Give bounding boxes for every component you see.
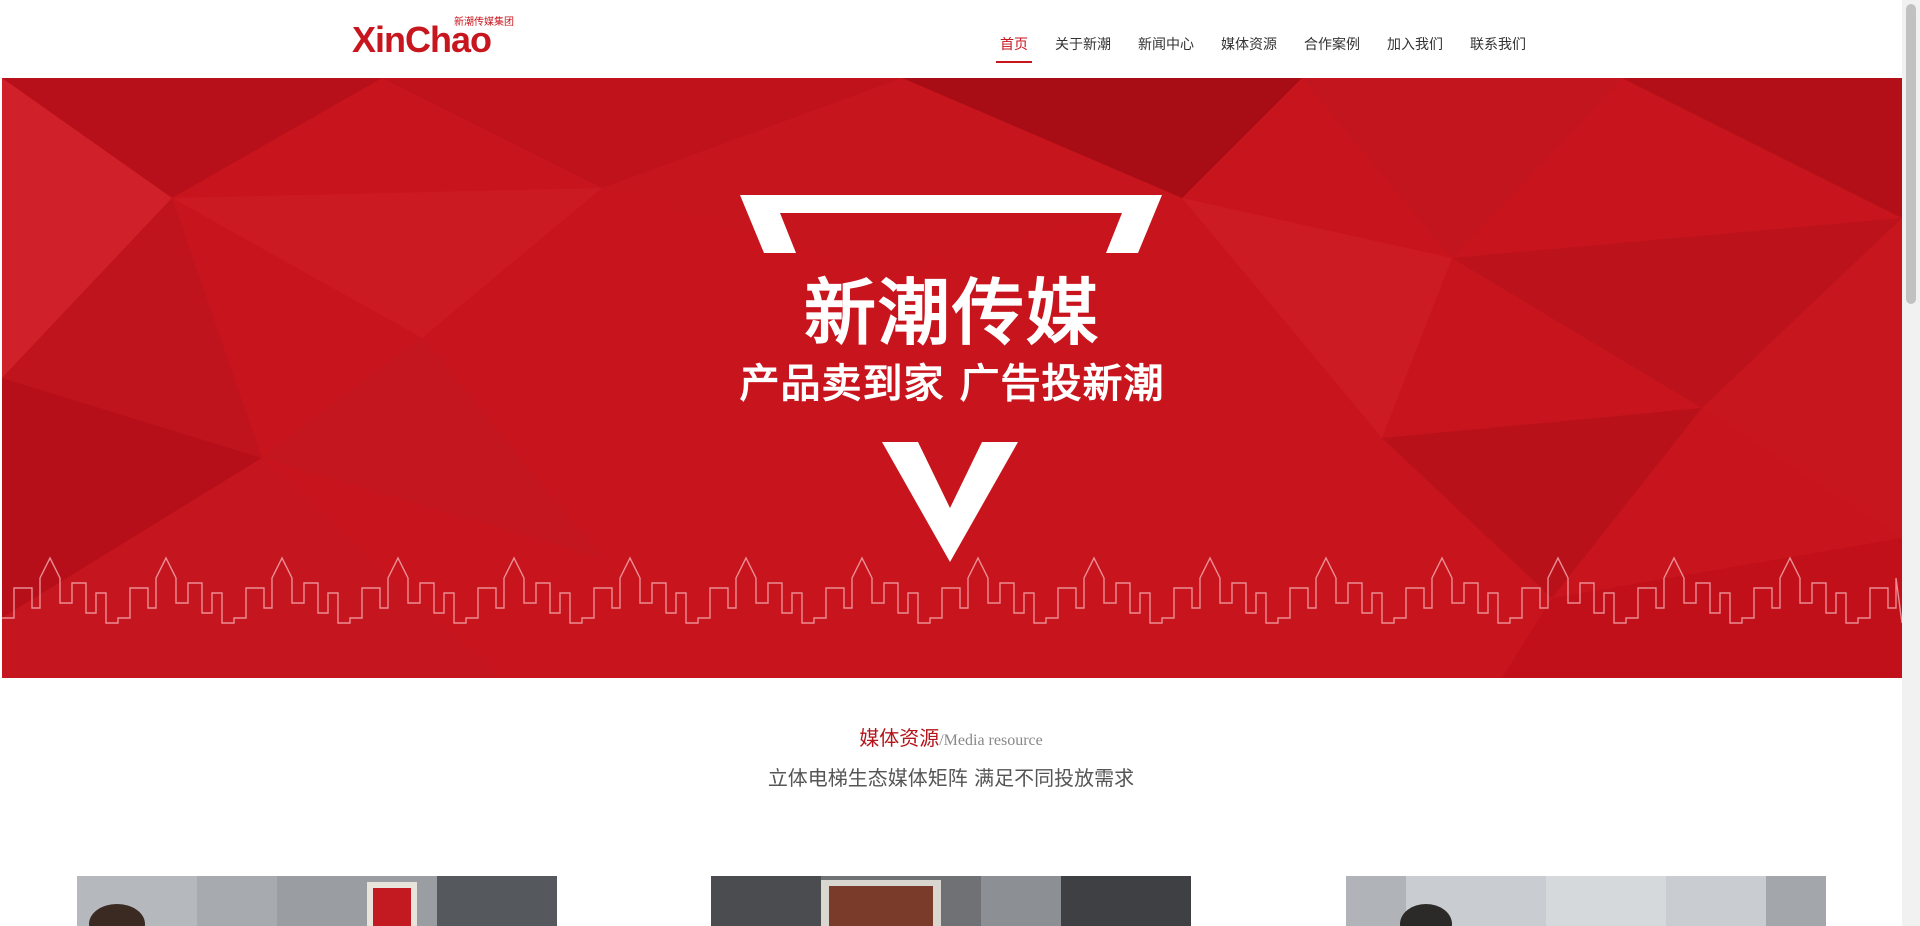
nav-item-media[interactable]: 媒体资源 [1221, 24, 1277, 62]
logo-subtext: 新潮传媒集团 [454, 17, 514, 28]
media-card-image[interactable] [1346, 876, 1826, 926]
nav-item-about[interactable]: 关于新潮 [1055, 24, 1111, 62]
nav-item-home[interactable]: 首页 [996, 24, 1032, 63]
nav-item-cases[interactable]: 合作案例 [1304, 24, 1360, 62]
hero-banner[interactable]: 新潮传媒 产品卖到家 广告投新潮 [2, 78, 1902, 678]
scrollbar-thumb[interactable] [1906, 4, 1916, 304]
main-nav: 首页 关于新潮 新闻中心 媒体资源 合作案例 加入我们 联系我们 [996, 24, 1553, 64]
media-cards [0, 876, 1902, 926]
media-card-image[interactable] [77, 876, 557, 926]
page-scrollbar[interactable] [1902, 0, 1920, 926]
site-header: XinChao 新潮传媒集团 首页 关于新潮 新闻中心 媒体资源 合作案例 加入… [0, 0, 1902, 78]
screen-photo [711, 876, 1191, 926]
media-section-heading: 媒体资源/Media resource [0, 722, 1902, 751]
banner-slogan: 产品卖到家 广告投新潮 [739, 361, 1165, 407]
media-section-subtitle: 立体电梯生态媒体矩阵 满足不同投放需求 [767, 766, 1135, 790]
media-card-image[interactable] [711, 876, 1191, 926]
elevator-person-photo [1346, 876, 1826, 926]
site-logo[interactable]: XinChao 新潮传媒集团 [352, 18, 522, 60]
nav-item-join[interactable]: 加入我们 [1387, 24, 1443, 62]
nav-item-contact[interactable]: 联系我们 [1470, 24, 1526, 62]
media-section-title-en: /Media resource [939, 732, 1043, 749]
nav-item-news[interactable]: 新闻中心 [1138, 24, 1194, 62]
media-section-title: 媒体资源 [859, 726, 940, 750]
elevator-photo [77, 876, 557, 926]
banner-title: 新潮传媒 [803, 271, 1100, 355]
